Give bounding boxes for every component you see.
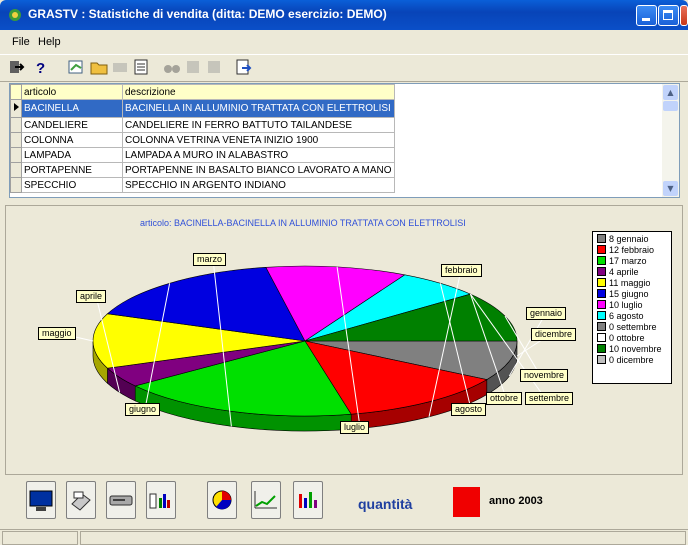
- legend-item-giugno: 15 giugno: [597, 289, 667, 300]
- line-chart-icon: [254, 491, 277, 509]
- legend-text: 6 agosto: [609, 311, 644, 321]
- slice-label-agosto: agosto: [451, 403, 487, 416]
- slice-label-aprile: aprile: [76, 290, 107, 303]
- legend-item-settembre: 0 settembre: [597, 322, 667, 333]
- slice-label-ottobre: ottobre: [486, 392, 523, 405]
- chart-legend: 8 gennaio 12 febbraio 17 marzo 4 aprile 11 m…: [592, 231, 672, 384]
- slice-label-marzo: marzo: [193, 253, 227, 266]
- legend-item-dicembre: 0 dicembre: [597, 355, 667, 366]
- legend-swatch: [597, 267, 606, 276]
- slice-label-settembre: settembre: [525, 392, 574, 405]
- legend-swatch: [597, 333, 606, 342]
- legend-text: 8 gennaio: [609, 234, 649, 244]
- legend-swatch: [597, 311, 606, 320]
- legend-text: 12 febbraio: [609, 245, 655, 255]
- pie-chart: [57, 258, 552, 432]
- legend-text: 0 settembre: [609, 322, 657, 332]
- legend-text: 0 ottobre: [609, 333, 645, 343]
- printer-icon: [71, 491, 91, 511]
- legend-item-gennaio: 8 gennaio: [597, 234, 667, 245]
- measure-label: quantità: [358, 496, 413, 512]
- year-label: anno 2003: [489, 495, 543, 507]
- legend-swatch: [597, 300, 606, 309]
- pie-chart-icon: [212, 490, 232, 510]
- bar-chart-button[interactable]: [146, 481, 176, 519]
- column-chart-icon: [299, 492, 317, 508]
- year-color-swatch[interactable]: [453, 487, 480, 517]
- legend-item-luglio: 10 luglio: [597, 300, 667, 311]
- chart-type-bar: [0, 477, 688, 527]
- bar-chart-icon: [149, 493, 170, 509]
- legend-item-marzo: 17 marzo: [597, 256, 667, 267]
- drive-icon: [109, 495, 133, 506]
- legend-swatch: [597, 289, 606, 298]
- legend-swatch: [597, 278, 606, 287]
- drive-button[interactable]: [106, 481, 136, 519]
- slice-label-dicembre: dicembre: [531, 328, 577, 341]
- legend-item-maggio: 11 maggio: [597, 278, 667, 289]
- slice-label-novembre: novembre: [520, 369, 569, 382]
- legend-text: 4 aprile: [609, 267, 639, 277]
- legend-swatch: [597, 245, 606, 254]
- column-chart-button[interactable]: [293, 481, 323, 519]
- legend-item-aprile: 4 aprile: [597, 267, 667, 278]
- pie-chart-button[interactable]: [207, 481, 237, 519]
- status-bar: [0, 529, 688, 545]
- legend-swatch: [597, 355, 606, 364]
- legend-swatch: [597, 256, 606, 265]
- slice-label-maggio: maggio: [38, 327, 76, 340]
- legend-text: 10 novembre: [609, 344, 662, 354]
- legend-item-agosto: 6 agosto: [597, 311, 667, 322]
- legend-text: 11 maggio: [609, 278, 651, 288]
- legend-text: 17 marzo: [609, 256, 647, 266]
- legend-text: 15 giugno: [609, 289, 649, 299]
- legend-text: 10 luglio: [609, 300, 643, 310]
- legend-item-novembre: 10 novembre: [597, 344, 667, 355]
- legend-text: 0 dicembre: [609, 355, 654, 365]
- slice-label-gennaio: gennaio: [526, 307, 567, 320]
- monitor-button[interactable]: [26, 481, 56, 519]
- legend-item-febbraio: 12 febbraio: [597, 245, 667, 256]
- printer-button[interactable]: [66, 481, 96, 519]
- legend-swatch: [597, 344, 606, 353]
- slice-label-febbraio: febbraio: [441, 264, 482, 277]
- slice-label-luglio: luglio: [340, 421, 370, 434]
- legend-swatch: [597, 234, 606, 243]
- monitor-icon: [29, 490, 53, 511]
- legend-item-ottobre: 0 ottobre: [597, 333, 667, 344]
- line-chart-button[interactable]: [251, 481, 281, 519]
- slice-label-giugno: giugno: [125, 403, 161, 416]
- legend-swatch: [597, 322, 606, 331]
